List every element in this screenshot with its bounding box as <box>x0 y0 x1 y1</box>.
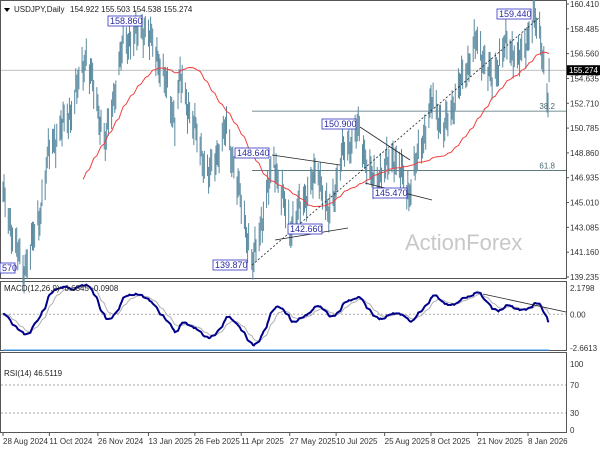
x-tick-label: 27 May 2025 <box>290 437 337 446</box>
x-tick-label: 10 Jul 2025 <box>336 437 378 446</box>
price-label: 142.660 <box>290 224 323 234</box>
y-tick-label: 143.085 <box>570 223 599 232</box>
ohlc-values: 154.922 155.503 154.538 155.274 <box>70 5 193 14</box>
x-tick-label: 13 Jan 2025 <box>148 437 193 446</box>
rsi-tick-label: 100 <box>570 360 584 369</box>
y-tick-label: 156.560 <box>570 50 599 59</box>
rsi-pane <box>0 352 567 433</box>
y-tick-label: 158.485 <box>570 25 599 34</box>
x-tick-label: 21 Nov 2025 <box>477 437 523 446</box>
fib-label: 38.2 <box>539 102 555 111</box>
price-label: 150.900 <box>324 119 357 129</box>
price-label: 570 <box>2 263 17 273</box>
rsi-title: RSI(14) 46.5119 <box>4 369 63 378</box>
macd-tick-label: 0.00 <box>570 310 586 319</box>
current-price-value: 155.274 <box>569 66 598 75</box>
rsi-tick-label: 0 <box>570 426 575 435</box>
y-tick-label: 152.710 <box>570 99 599 108</box>
watermark: ActionForex <box>405 230 522 255</box>
price-label: 158.860 <box>110 16 143 26</box>
price-label: 148.640 <box>237 148 270 158</box>
x-tick-label: 26 Nov 2024 <box>98 437 144 446</box>
x-tick-label: 8 Oct 2025 <box>431 437 471 446</box>
x-tick-label: 25 Aug 2025 <box>385 437 430 446</box>
y-tick-label: 150.785 <box>570 124 599 133</box>
macd-tick-label: -2.6613 <box>570 344 598 353</box>
rsi-tick-label: 70 <box>570 381 579 390</box>
rsi-tick-label: 30 <box>570 409 579 418</box>
x-tick-label: 11 Apr 2025 <box>241 437 284 446</box>
y-tick-label: 160.410 <box>570 0 599 9</box>
x-tick-label: 8 Jan 2026 <box>528 437 568 446</box>
macd-title: MACD(12,26,9) -0.6345 -0.0908 <box>4 284 119 293</box>
price-chart[interactable]: ActionForex 38.2 61.8 158.860 159.440 150.90… <box>0 0 600 450</box>
symbol-title: USDJPY,Daily <box>14 5 65 14</box>
y-tick-label: 139.235 <box>570 273 599 282</box>
x-tick-label: 26 Feb 2025 <box>195 437 240 446</box>
y-tick-label: 154.635 <box>570 74 599 83</box>
price-label: 145.470 <box>375 188 408 198</box>
x-tick-label: 11 Oct 2024 <box>49 437 93 446</box>
macd-tick-label: 2.1798 <box>570 284 595 293</box>
y-tick-label: 148.860 <box>570 149 599 158</box>
y-tick-label: 146.935 <box>570 174 599 183</box>
price-label: 159.440 <box>499 9 532 19</box>
price-label: 139.870 <box>215 260 248 270</box>
x-tick-label: 28 Aug 2024 <box>3 437 48 446</box>
y-tick-label: 145.010 <box>570 199 599 208</box>
y-tick-label: 141.160 <box>570 248 599 257</box>
fib-label: 61.8 <box>539 161 555 170</box>
